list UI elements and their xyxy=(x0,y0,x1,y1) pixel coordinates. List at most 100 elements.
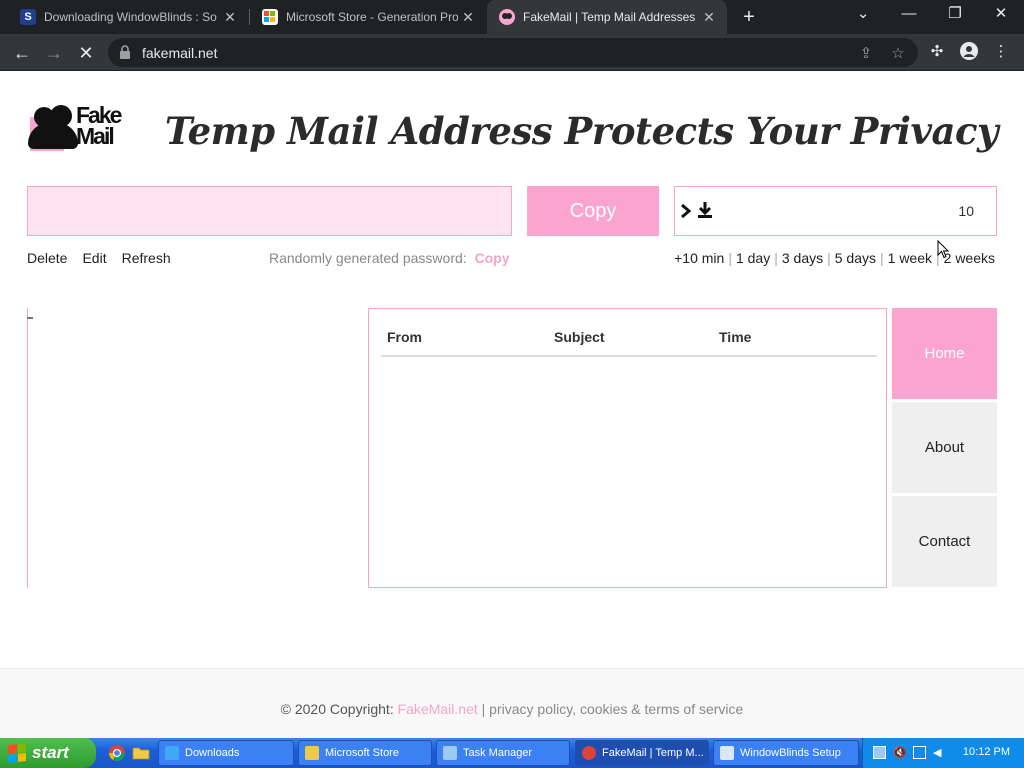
minimize-button[interactable]: — xyxy=(886,0,932,30)
download-folder-icon xyxy=(165,746,179,760)
nav-home[interactable]: Home xyxy=(892,308,997,399)
tray-app-icon[interactable] xyxy=(873,746,886,759)
tab-title: Downloading WindowBlinds : So xyxy=(44,10,217,24)
inbox-table: From Subject Time xyxy=(368,308,887,588)
left-panel-corner xyxy=(27,317,33,323)
address-bar[interactable]: fakemail.net ⇪ ☆ xyxy=(108,38,918,67)
browser-tab-bar: S Downloading WindowBlinds : So ✕ Micros… xyxy=(0,0,1024,34)
new-tab-button[interactable]: + xyxy=(737,5,761,29)
taskbar-microsoft-store[interactable]: Microsoft Store xyxy=(298,740,432,766)
extend-2-weeks[interactable]: 2 weeks xyxy=(944,250,995,266)
extensions-icon[interactable]: ✣ xyxy=(926,42,948,64)
tab-search-icon[interactable]: ⌄ xyxy=(840,0,886,30)
column-subject: Subject xyxy=(554,329,605,345)
chevron-right-icon[interactable] xyxy=(679,201,693,221)
column-from: From xyxy=(387,329,422,345)
mail-timer-box: 10 xyxy=(674,186,997,236)
chrome-icon[interactable] xyxy=(108,744,126,762)
refresh-link[interactable]: Refresh xyxy=(122,250,171,266)
taskbar-windowblinds-setup[interactable]: WindowBlinds Setup xyxy=(713,740,859,766)
share-icon[interactable]: ⇪ xyxy=(856,44,876,64)
extend-1-day[interactable]: 1 day xyxy=(736,250,770,266)
volume-icon[interactable]: ◀ xyxy=(933,746,946,759)
task-label: FakeMail | Temp M... xyxy=(602,747,704,759)
start-label: start xyxy=(32,743,69,762)
forward-button[interactable]: → xyxy=(40,39,68,67)
profile-icon[interactable] xyxy=(958,42,980,64)
network-icon[interactable] xyxy=(913,746,926,759)
delete-link[interactable]: Delete xyxy=(27,250,67,266)
page-headline: Temp Mail Address Protects Your Privacy xyxy=(164,109,999,153)
taskbar-task-manager[interactable]: Task Manager xyxy=(436,740,570,766)
close-icon[interactable]: ✕ xyxy=(220,9,240,26)
logo-text-line2: Mail xyxy=(76,123,115,149)
close-window-button[interactable]: ✕ xyxy=(978,0,1024,30)
back-button[interactable]: ← xyxy=(8,39,36,67)
chrome-icon xyxy=(582,746,596,760)
footer-text: © 2020 Copyright: FakeMail.net | privacy… xyxy=(0,701,1024,717)
tab-windowblinds[interactable]: S Downloading WindowBlinds : So ✕ xyxy=(8,0,248,34)
left-panel-border xyxy=(27,308,28,588)
stop-loading-button[interactable]: ✕ xyxy=(72,39,100,67)
copyright-text: © 2020 Copyright: xyxy=(280,701,394,717)
timer-count: 10 xyxy=(958,203,974,219)
mouse-cursor-icon xyxy=(937,240,949,259)
tab-microsoft-store[interactable]: Microsoft Store - Generation Pro ✕ xyxy=(250,0,486,34)
task-label: WindowBlinds Setup xyxy=(740,747,841,759)
start-button[interactable]: start xyxy=(0,738,96,768)
column-time: Time xyxy=(719,329,752,345)
tab-fakemail[interactable]: FakeMail | Temp Mail Addresses ✕ xyxy=(487,0,727,34)
footer-brand-link[interactable]: FakeMail.net xyxy=(398,701,478,717)
fakemail-logo[interactable]: Fake Mail xyxy=(28,103,134,153)
folder-icon[interactable] xyxy=(132,744,150,762)
divider: | xyxy=(827,250,831,266)
task-label: Microsoft Store xyxy=(325,747,399,759)
password-row: Randomly generated password: Copy xyxy=(269,250,510,266)
extend-5-days[interactable]: 5 days xyxy=(835,250,876,266)
menu-kebab-icon[interactable]: ⋮ xyxy=(990,42,1012,64)
stardock-icon: S xyxy=(20,9,36,25)
edit-link[interactable]: Edit xyxy=(82,250,106,266)
close-icon[interactable]: ✕ xyxy=(699,9,719,26)
bookmark-star-icon[interactable]: ☆ xyxy=(888,44,908,64)
extend-10-min[interactable]: +10 min xyxy=(674,250,724,266)
side-navigation: Home About Contact xyxy=(892,308,997,590)
nav-about[interactable]: About xyxy=(892,402,997,493)
lock-icon xyxy=(120,45,130,59)
divider: | xyxy=(774,250,778,266)
task-manager-icon xyxy=(443,746,457,760)
footer-policy-link[interactable]: privacy policy, cookies & terms of servi… xyxy=(489,701,743,717)
fakemail-icon xyxy=(499,9,515,25)
inbox-header-row: From Subject Time xyxy=(381,309,877,357)
system-tray: 🔇 ◀ 10:12 PM xyxy=(862,738,1024,768)
password-label: Randomly generated password: xyxy=(269,250,467,266)
logo-body xyxy=(28,123,78,149)
temp-email-field[interactable] xyxy=(27,186,512,236)
task-label: Task Manager xyxy=(463,747,533,759)
task-label: Downloads xyxy=(185,747,240,759)
close-icon[interactable]: ✕ xyxy=(458,9,478,26)
store-icon xyxy=(305,746,319,760)
tab-title: Microsoft Store - Generation Pro xyxy=(286,10,458,24)
extend-3-days[interactable]: 3 days xyxy=(782,250,823,266)
windows-taskbar: start Downloads Microsoft Store Task Man… xyxy=(0,738,1024,768)
store-icon xyxy=(262,9,278,25)
restore-button[interactable]: ❐ xyxy=(932,0,978,30)
extend-1-week[interactable]: 1 week xyxy=(888,250,932,266)
speaker-muted-icon[interactable]: 🔇 xyxy=(893,746,907,759)
copy-password-link[interactable]: Copy xyxy=(475,250,510,266)
taskbar-downloads[interactable]: Downloads xyxy=(158,740,294,766)
copy-email-button[interactable]: Copy xyxy=(527,186,659,236)
windows-flag-icon xyxy=(8,743,26,763)
taskbar-fakemail[interactable]: FakeMail | Temp M... xyxy=(575,740,709,766)
divider: | xyxy=(880,250,884,266)
nav-contact[interactable]: Contact xyxy=(892,496,997,587)
browser-toolbar: ← → ✕ fakemail.net ⇪ ☆ ✣ ⋮ xyxy=(0,34,1024,71)
page-content: Fake Mail Temp Mail Address Protects You… xyxy=(0,71,1024,738)
tab-title: FakeMail | Temp Mail Addresses xyxy=(523,10,696,24)
clock[interactable]: 10:12 PM xyxy=(963,746,1010,758)
logo-text: Fake Mail xyxy=(76,104,122,149)
url-text: fakemail.net xyxy=(142,45,218,61)
footer-separator: | xyxy=(481,701,486,717)
download-icon[interactable] xyxy=(697,201,713,219)
